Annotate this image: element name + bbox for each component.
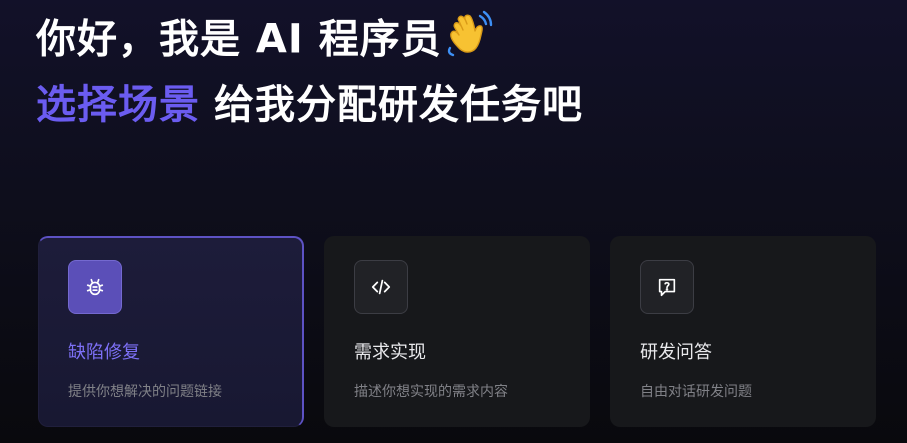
bug-icon [68, 260, 122, 314]
waving-hand-icon [444, 8, 494, 75]
accent-title: 选择场景 [36, 82, 200, 128]
subtitle-title: 给我分配研发任务吧 [214, 82, 583, 128]
card-bug-fix[interactable]: 缺陷修复 提供你想解决的问题链接 [38, 236, 304, 427]
code-icon [354, 260, 408, 314]
card-feature-impl[interactable]: 需求实现 描述你想实现的需求内容 [324, 236, 590, 427]
card-dev-qa[interactable]: 研发问答 自由对话研发问题 [610, 236, 876, 427]
card-desc: 自由对话研发问题 [640, 384, 752, 400]
greeting-title: 你好，我是 AI 程序员 [36, 16, 442, 63]
scenario-cards: 缺陷修复 提供你想解决的问题链接 需求实现 描述你想实现的需求内容 研发问答 自… [38, 236, 876, 427]
card-desc: 描述你想实现的需求内容 [354, 384, 508, 400]
card-title: 缺陷修复 [68, 342, 140, 363]
hero: 你好，我是 AI 程序员 选择场景 给我分配研发任务吧 [36, 8, 583, 135]
subtitle-line: 选择场景 给我分配研发任务吧 [36, 75, 583, 135]
card-title: 研发问答 [640, 342, 712, 363]
card-desc: 提供你想解决的问题链接 [68, 384, 222, 400]
card-title: 需求实现 [354, 342, 426, 363]
greeting-line: 你好，我是 AI 程序员 [36, 8, 583, 75]
question-chat-icon [640, 260, 694, 314]
